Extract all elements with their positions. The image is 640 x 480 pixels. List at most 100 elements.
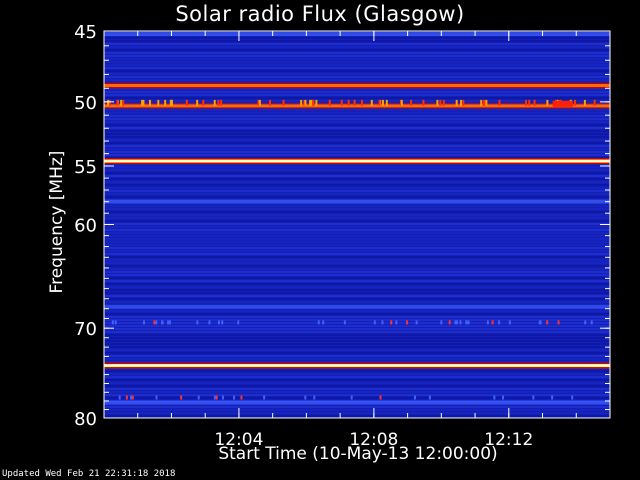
burst-mark — [340, 99, 343, 106]
noise-mark — [584, 320, 587, 325]
noise-mark — [467, 320, 470, 325]
spectrogram-row — [104, 292, 610, 294]
burst-mark — [485, 99, 488, 106]
spectrogram-row — [104, 286, 610, 288]
spectrogram-row — [104, 190, 610, 192]
spectrogram-row — [104, 370, 610, 372]
spectrogram-row — [104, 58, 610, 60]
spectrogram-row — [104, 124, 610, 126]
spectrogram-row — [104, 406, 610, 408]
spectrogram-row — [104, 328, 610, 330]
spectrogram-row — [104, 376, 610, 378]
noise-mark — [406, 320, 409, 325]
spectrogram-row — [104, 238, 610, 240]
plot-area — [104, 31, 610, 418]
weak-band — [104, 31, 610, 36]
spectrogram-row — [104, 283, 610, 285]
burst-mark — [120, 99, 123, 106]
spectrogram-row — [104, 37, 610, 39]
spectrogram-row — [104, 340, 610, 342]
spectrogram-row — [104, 211, 610, 213]
spectrogram-row — [104, 334, 610, 336]
burst-mark — [185, 99, 188, 106]
noise-mark — [350, 395, 353, 400]
spectrogram-row — [104, 298, 610, 300]
noise-mark — [125, 395, 128, 400]
spectrogram-row — [104, 349, 610, 351]
spectrogram-row — [104, 217, 610, 219]
spectrogram-row — [104, 139, 610, 141]
noise-mark — [551, 395, 554, 400]
burst-mark — [347, 99, 350, 106]
burst-mark — [583, 99, 586, 106]
spectrogram-row — [104, 301, 610, 303]
noise-mark — [153, 320, 156, 325]
spectrogram-row — [104, 379, 610, 381]
spectrogram-row — [104, 196, 610, 198]
spectrogram-row — [104, 127, 610, 129]
burst-mark — [202, 99, 205, 106]
spectrogram-row — [104, 94, 610, 96]
burst-mark — [164, 99, 167, 106]
noise-mark — [571, 395, 574, 400]
bright-band-core — [104, 84, 610, 88]
burst-mark — [304, 99, 307, 106]
noise-mark — [213, 395, 216, 400]
noise-mark — [413, 395, 416, 400]
spectrogram-row — [104, 70, 610, 72]
spectrogram-row — [104, 55, 610, 57]
noise-mark — [379, 395, 382, 400]
noise-mark — [237, 320, 240, 325]
noise-mark — [465, 320, 468, 325]
noise-mark — [313, 395, 316, 400]
spectrogram-row — [104, 322, 610, 324]
burst-mark — [498, 99, 501, 106]
weak-band — [104, 304, 610, 309]
noise-mark — [263, 395, 266, 400]
noise-mark — [590, 320, 593, 325]
chart-title: Solar radio Flux (Glasgow) — [175, 2, 465, 26]
spectrogram-row — [104, 268, 610, 270]
spectrogram-row — [104, 343, 610, 345]
spectrogram-row — [104, 205, 610, 207]
burst-mark — [436, 99, 439, 106]
noise-mark — [491, 320, 494, 325]
spectrogram-row — [104, 130, 610, 132]
spectrogram-row — [104, 73, 610, 75]
noise-mark — [486, 320, 489, 325]
spectrogram-row — [104, 175, 610, 177]
burst-mark — [462, 99, 465, 106]
burst-mark — [442, 99, 445, 106]
spectrogram-row — [104, 178, 610, 180]
spectrogram-row — [104, 79, 610, 81]
spectrogram-row — [104, 262, 610, 264]
spectrogram-row — [104, 121, 610, 123]
spectrogram-row — [104, 235, 610, 237]
noise-mark — [221, 395, 224, 400]
noise-mark — [381, 320, 384, 325]
noise-mark — [448, 320, 451, 325]
spectrogram-row — [104, 352, 610, 354]
burst-mark — [312, 99, 315, 106]
spectrogram-row — [104, 133, 610, 135]
spectrogram-row — [104, 118, 610, 120]
burst-mark — [381, 99, 384, 106]
spectrogram-row — [104, 193, 610, 195]
spectrogram-row — [104, 385, 610, 387]
burst-mark — [480, 99, 483, 106]
noise-mark — [118, 395, 121, 400]
burst-mark — [360, 99, 363, 106]
noise-mark — [508, 320, 511, 325]
noise-mark — [317, 320, 320, 325]
noise-mark — [459, 320, 462, 325]
spectrogram-row — [104, 391, 610, 393]
burst-mark — [410, 99, 413, 106]
spectrogram-row — [104, 325, 610, 327]
spectrogram-row — [104, 415, 610, 417]
spectrogram-row — [104, 373, 610, 375]
spectrogram-row — [104, 187, 610, 189]
spectrogram-row — [104, 412, 610, 414]
spectrogram-row — [104, 277, 610, 279]
burst-mark — [309, 99, 312, 106]
bright-band-peak — [104, 365, 610, 367]
